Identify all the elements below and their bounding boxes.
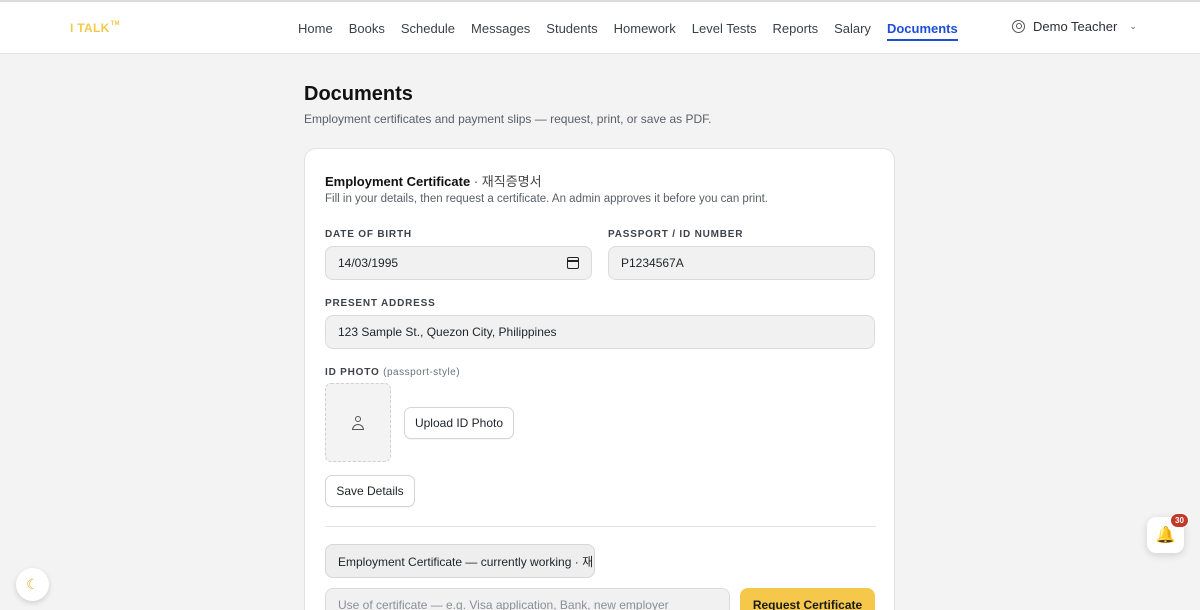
nav-home[interactable]: Home	[298, 15, 333, 42]
nav-documents[interactable]: Documents	[886, 15, 958, 41]
nav-level-tests[interactable]: Level Tests	[692, 15, 757, 42]
nav-books[interactable]: Books	[349, 15, 385, 42]
nav-schedule[interactable]: Schedule	[401, 15, 455, 42]
passport-label: PASSPORT / ID NUMBER	[608, 229, 744, 240]
id-photo-label-text: ID PHOTO	[325, 367, 380, 378]
passport-input[interactable]: P1234567A	[608, 246, 875, 280]
user-name: Demo Teacher	[1033, 19, 1118, 34]
nav-messages[interactable]: Messages	[471, 15, 530, 42]
purpose-placeholder: Use of certificate — e.g. Visa applicati…	[338, 598, 669, 610]
card-description: Fill in your details, then request a cer…	[325, 193, 768, 205]
person-icon	[351, 415, 365, 430]
user-circle-icon	[1012, 20, 1025, 33]
address-label: PRESENT ADDRESS	[325, 298, 436, 309]
purpose-input[interactable]: Use of certificate — e.g. Visa applicati…	[325, 588, 730, 610]
section-divider	[325, 526, 876, 527]
address-input[interactable]: 123 Sample St., Quezon City, Philippines	[325, 315, 875, 349]
logo-text: I TALK	[70, 21, 110, 35]
nav-homework[interactable]: Homework	[614, 15, 676, 42]
certificate-type-select[interactable]: Employment Certificate — currently worki…	[325, 544, 595, 578]
calendar-icon[interactable]	[567, 257, 579, 269]
chevron-down-icon: ⌄	[1129, 21, 1137, 31]
logo-trademark: TM	[110, 21, 120, 27]
nav-reports[interactable]: Reports	[773, 15, 819, 42]
dob-value: 14/03/1995	[338, 256, 399, 270]
moon-icon: ☾	[26, 576, 39, 592]
dob-label: DATE OF BIRTH	[325, 229, 412, 240]
card-title-ko: · 재직증명서	[473, 174, 542, 189]
main-nav: Home Books Schedule Messages Students Ho…	[290, 2, 966, 54]
nav-salary[interactable]: Salary	[834, 15, 871, 42]
nav-students[interactable]: Students	[546, 15, 597, 42]
card-title-en: Employment Certificate	[325, 174, 471, 189]
page-title: Documents	[304, 83, 413, 105]
save-details-button[interactable]: Save Details	[325, 475, 415, 507]
id-photo-label: ID PHOTO (passport-style)	[325, 367, 460, 378]
card-title: Employment Certificate · 재직증명서	[325, 171, 542, 190]
id-photo-hint: (passport-style)	[383, 367, 461, 378]
upload-id-photo-button[interactable]: Upload ID Photo	[404, 407, 514, 439]
user-menu[interactable]: Demo Teacher ⌄	[1012, 19, 1137, 34]
bell-icon: 🔔	[1155, 527, 1176, 544]
top-navbar: I TALKTM Home Books Schedule Messages St…	[0, 2, 1200, 54]
address-value: 123 Sample St., Quezon City, Philippines	[338, 325, 557, 339]
notification-count-badge: 30	[1170, 513, 1189, 528]
page-subtitle: Employment certificates and payment slip…	[304, 112, 712, 126]
logo[interactable]: I TALKTM	[70, 21, 120, 35]
theme-toggle-button[interactable]: ☾	[16, 568, 49, 601]
employment-certificate-card: Employment Certificate · 재직증명서 Fill in y…	[304, 148, 895, 610]
request-certificate-button[interactable]: Request Certificate	[740, 588, 875, 610]
id-photo-placeholder	[325, 383, 391, 462]
passport-value: P1234567A	[621, 256, 684, 270]
dob-input[interactable]: 14/03/1995	[325, 246, 592, 280]
notifications-button[interactable]: 🔔 30	[1147, 513, 1189, 553]
